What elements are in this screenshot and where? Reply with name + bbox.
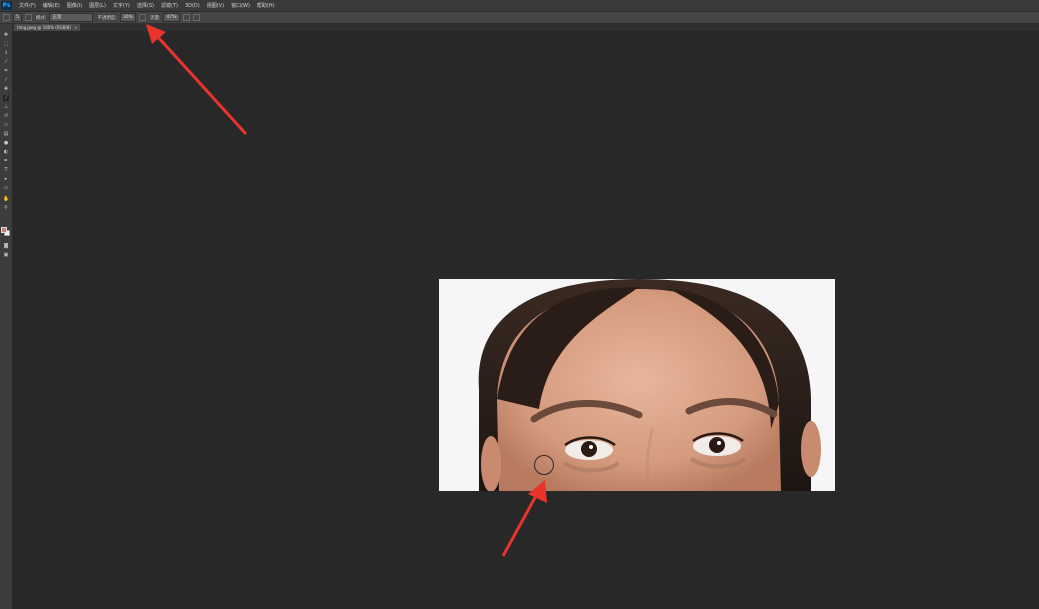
annotation-arrows — [146, 24, 547, 557]
annotation-arrowhead-bottom — [528, 480, 547, 503]
annotation-arrow-top — [155, 34, 248, 136]
annotation-arrow-bottom — [501, 493, 539, 557]
